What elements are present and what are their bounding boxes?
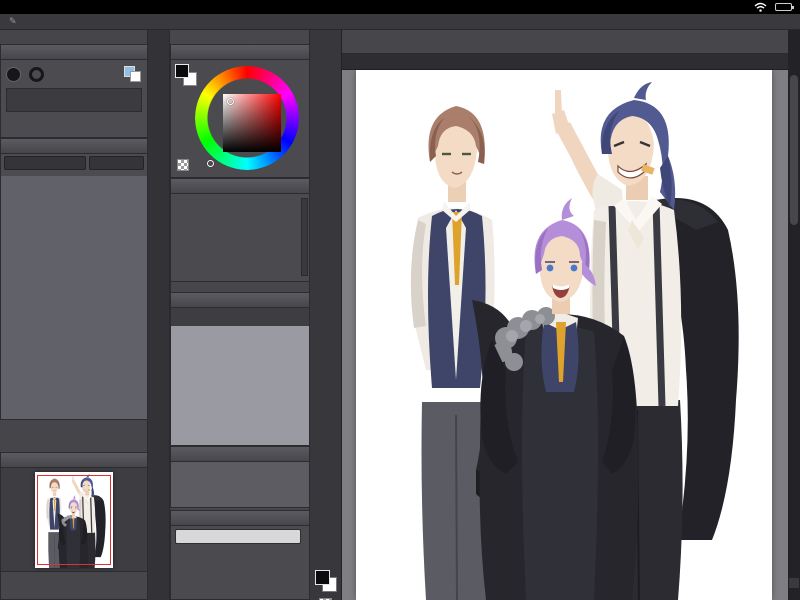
layer-list xyxy=(0,176,148,420)
border-effect-ring-icon[interactable] xyxy=(29,66,44,82)
document-tab[interactable] xyxy=(342,54,800,70)
layer-property-header[interactable] xyxy=(0,44,148,60)
sub-tool-list xyxy=(170,326,310,446)
border-effect-icon[interactable] xyxy=(6,66,21,82)
sub-tool-panel xyxy=(170,292,310,446)
tool-property-header[interactable] xyxy=(170,510,310,526)
transparent-color-chip[interactable] xyxy=(177,159,189,171)
color-set-panel xyxy=(170,178,310,294)
app-icon[interactable]: ✎ xyxy=(4,16,22,27)
selected-subtool-name xyxy=(175,529,301,544)
tool-property-panel xyxy=(170,510,310,600)
layer-panel xyxy=(0,138,148,420)
scrollbar-corner xyxy=(789,578,799,588)
clip-studio-paint-window: ✎ xyxy=(0,0,800,600)
layer-property-panel xyxy=(0,44,148,138)
navigator-thumbnail[interactable] xyxy=(35,470,113,569)
menu-bar: ✎ xyxy=(0,14,800,30)
expression-color-thumbnail[interactable] xyxy=(124,66,142,82)
color-circle-header[interactable] xyxy=(170,44,310,60)
sv-marker[interactable] xyxy=(227,98,234,105)
blend-mode-dropdown[interactable] xyxy=(4,156,86,170)
main-color-chip[interactable] xyxy=(175,64,189,78)
canvas-illustration xyxy=(356,70,772,600)
side-icon-strip xyxy=(148,30,170,600)
status-bar xyxy=(0,0,800,14)
wifi-icon xyxy=(754,2,767,12)
battery-icon xyxy=(775,3,794,11)
scrollbar-thumb[interactable] xyxy=(790,75,798,225)
navigator-panel xyxy=(0,452,148,600)
hue-marker[interactable] xyxy=(207,160,214,167)
layer-opacity-control[interactable] xyxy=(89,156,144,170)
sub-tool-header[interactable] xyxy=(170,292,310,308)
navigator-header[interactable] xyxy=(0,452,148,468)
canvas-scrollbar[interactable] xyxy=(788,30,800,600)
color-chips xyxy=(175,64,201,90)
tool-strip xyxy=(310,30,342,600)
canvas-page[interactable] xyxy=(356,70,772,600)
layer-property-empty-area xyxy=(6,88,142,112)
brush-size-header[interactable] xyxy=(170,446,310,462)
command-bar xyxy=(342,30,800,54)
color-set-header[interactable] xyxy=(170,178,310,194)
main-color-chip[interactable] xyxy=(315,570,330,585)
color-circle-panel xyxy=(170,44,310,178)
swatch-scrollbar[interactable] xyxy=(301,198,308,276)
navigator-view-rectangle[interactable] xyxy=(37,474,111,565)
brush-size-panel xyxy=(170,446,310,508)
layer-panel-header[interactable] xyxy=(0,138,148,154)
canvas-viewport[interactable] xyxy=(342,70,788,600)
